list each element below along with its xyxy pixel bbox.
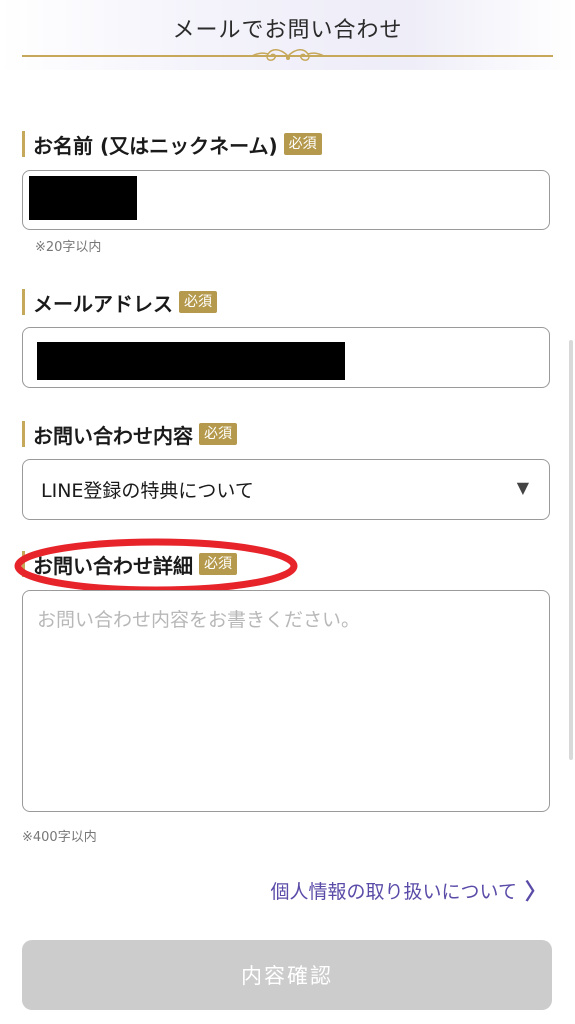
name-input[interactable] xyxy=(22,170,550,230)
page-scrollbar[interactable] xyxy=(569,340,573,760)
required-badge: 必須 xyxy=(283,133,322,155)
name-hint: ※20字以内 xyxy=(35,240,102,255)
email-field-label: メールアドレス 必須 xyxy=(22,289,217,316)
red-circle-annotation xyxy=(14,538,298,594)
required-badge: 必須 xyxy=(179,291,217,313)
detail-hint: ※400字以内 xyxy=(22,830,97,845)
chevron-right-icon: 〉 xyxy=(524,880,547,905)
inquiry-type-select[interactable]: LINE登録の特典について ▼ xyxy=(22,459,550,520)
confirm-button-label: 内容確認 xyxy=(241,964,333,988)
confirm-button[interactable]: 内容確認 xyxy=(22,940,552,1010)
inquiry-type-selected: LINE登録の特典について xyxy=(41,480,254,502)
redacted-email-value xyxy=(37,342,345,380)
required-badge: 必須 xyxy=(199,423,237,445)
email-label-text: メールアドレス xyxy=(33,291,173,316)
privacy-policy-link[interactable]: 個人情報の取り扱いについて 〉 xyxy=(271,874,547,906)
redacted-name-value xyxy=(29,176,137,220)
inquiry-type-label-text: お問い合わせ内容 xyxy=(33,423,193,448)
ornament-icon xyxy=(251,49,325,61)
page-header: メールでお問い合わせ xyxy=(0,0,575,70)
inquiry-detail-placeholder: お問い合わせ内容をお書きください。 xyxy=(37,609,361,631)
inquiry-type-label: お問い合わせ内容 必須 xyxy=(22,421,237,448)
inquiry-detail-textarea[interactable]: お問い合わせ内容をお書きください。 xyxy=(22,590,550,812)
dropdown-arrow-icon: ▼ xyxy=(516,478,529,497)
email-input[interactable] xyxy=(22,327,550,388)
name-field-label: お名前 (又はニックネーム) 必須 xyxy=(22,131,322,158)
page-title: メールでお問い合わせ xyxy=(172,18,403,43)
name-label-text: お名前 (又はニックネーム) xyxy=(33,133,278,158)
privacy-link-label: 個人情報の取り扱いについて xyxy=(270,880,517,903)
